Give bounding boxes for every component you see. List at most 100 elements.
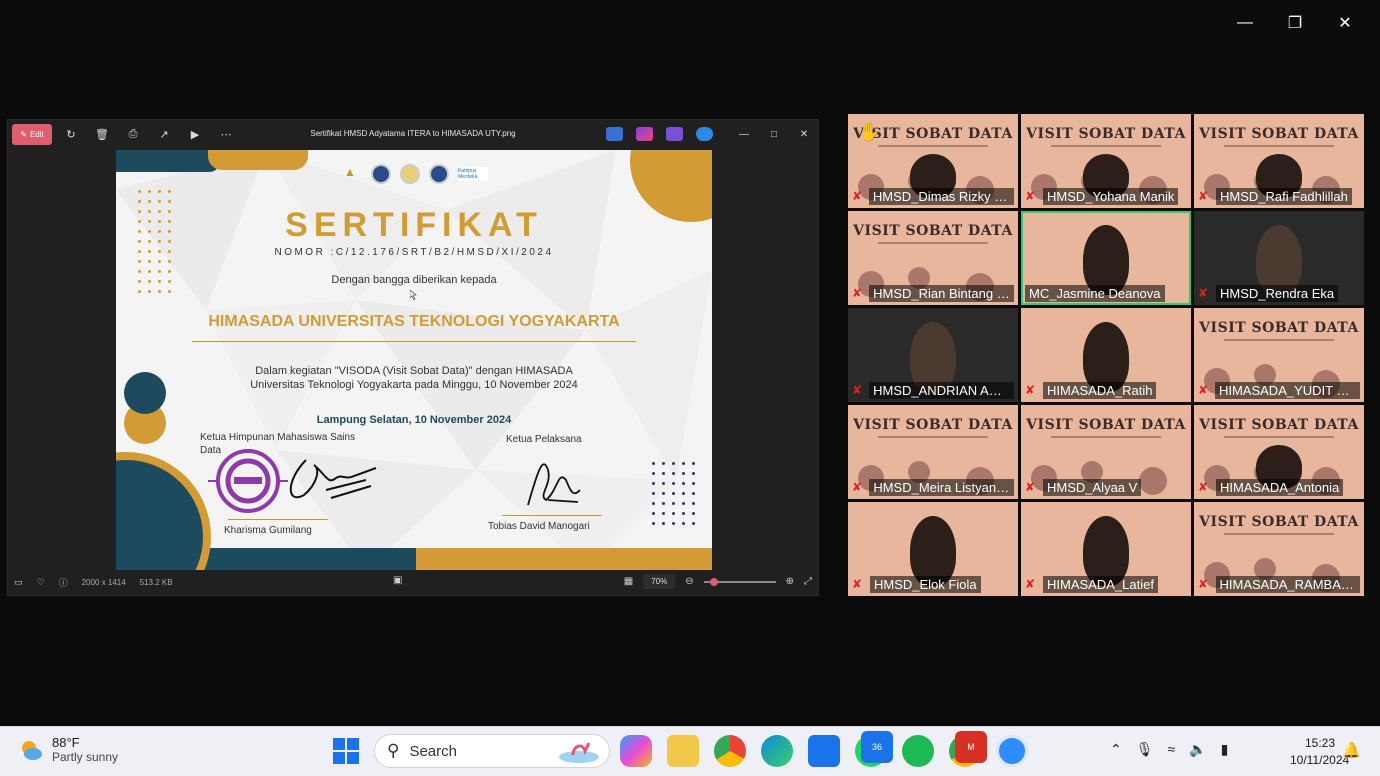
weather-widget[interactable]: 88°F Partly sunny — [18, 735, 118, 764]
windows-logo-icon — [347, 738, 359, 750]
participant-tile[interactable]: ✘ HMSD_Elok Fiola — [848, 502, 1018, 596]
app-shortcuts — [606, 127, 713, 141]
clipchamp-icon[interactable] — [636, 127, 653, 141]
decor-bar — [186, 548, 416, 570]
whatsapp-icon[interactable]: 36 — [855, 731, 893, 767]
raise-hand-icon: ✋ — [858, 122, 881, 142]
organization-logo — [429, 164, 449, 184]
participant-label: ✘ HIMASADA_RAMBAN... — [1198, 575, 1360, 593]
participant-tile[interactable]: VISIT SOBAT DATA ✘ HMSD_Rafi Fadhlillah — [1194, 114, 1364, 208]
taskbar-search[interactable]: ⚲ Search — [374, 734, 610, 768]
info-icon[interactable]: ⓘ — [59, 576, 68, 589]
search-icon: ⚲ — [387, 741, 400, 760]
edit-button[interactable]: ✎ Edit — [12, 124, 52, 145]
participant-tile[interactable]: VISIT SOBAT DATA ✘ HMSD_Yohana Manik — [1021, 114, 1191, 208]
participant-tile[interactable]: VISIT SOBAT DATA ✋ ✘ HMSD_Dimas Rizky Ra... — [848, 114, 1018, 208]
delete-icon[interactable]: 🗑 — [93, 126, 111, 142]
muted-mic-icon: ✘ — [852, 383, 863, 397]
favorite-icon[interactable]: ♡ — [37, 577, 45, 588]
zoom-slider[interactable] — [703, 577, 776, 586]
maximize-icon[interactable]: □ — [764, 126, 784, 142]
participant-tile[interactable]: VISIT SOBAT DATA ✘ HMSD_Alyaa V — [1021, 405, 1191, 499]
file-explorer-icon[interactable] — [667, 735, 699, 767]
participant-label: MC_Jasmine Deanova — [1025, 284, 1187, 302]
teams-icon[interactable] — [666, 127, 683, 141]
partly-sunny-icon — [22, 740, 42, 760]
itera-logo: ▲ — [344, 165, 356, 179]
virtual-background-banner: VISIT SOBAT DATA — [1199, 417, 1359, 433]
participant-tile[interactable]: MC_Jasmine Deanova — [1021, 211, 1191, 305]
windows-logo-icon — [333, 738, 345, 750]
battery-icon[interactable]: ▮ — [1221, 741, 1229, 758]
copilot-icon[interactable] — [620, 735, 652, 767]
microphone-icon[interactable]: 🎙 — [1136, 741, 1154, 758]
participant-tile[interactable]: ✘ HIMASADA_Ratih — [1021, 308, 1191, 402]
mouse-cursor-icon — [410, 290, 417, 300]
edge-icon[interactable] — [761, 735, 793, 767]
participant-tile[interactable]: VISIT SOBAT DATA ✘ HIMASADA_Antonia — [1194, 405, 1364, 499]
participant-tile[interactable]: VISIT SOBAT DATA ✘ HIMASADA_YUDIT MA... — [1194, 308, 1364, 402]
zoom-slider-knob[interactable] — [709, 577, 718, 586]
start-button[interactable] — [333, 738, 359, 764]
participant-name: HIMASADA_Latief — [1043, 575, 1158, 593]
crop-icon[interactable]: ▣ — [393, 575, 402, 586]
participant-name: HMSD_Rafi Fadhlillah — [1216, 187, 1352, 205]
muted-mic-icon: ✘ — [852, 189, 863, 203]
close-icon[interactable]: ✕ — [794, 126, 814, 142]
participant-name: HIMASADA_RAMBAN... — [1215, 575, 1360, 593]
muted-mic-icon: ✘ — [1198, 480, 1209, 494]
divider — [502, 515, 602, 516]
participant-tile[interactable]: ✘ HIMASADA_Latief — [1021, 502, 1191, 596]
participant-name: HMSD_Yohana Manik — [1043, 187, 1179, 205]
spotify-icon[interactable] — [902, 735, 934, 767]
participant-tile[interactable]: ✘ HMSD_Rendra Eka — [1194, 211, 1364, 305]
zoom-out-icon[interactable]: ⊖ — [685, 576, 693, 587]
banner-subtitle-line — [878, 436, 988, 438]
divider — [192, 341, 636, 342]
notification-bell-icon[interactable]: 🔔 — [1342, 741, 1361, 759]
participant-name: MC_Jasmine Deanova — [1025, 284, 1165, 302]
zoom-dropdown[interactable]: 70% — [643, 574, 676, 589]
zoom-icon[interactable] — [996, 735, 1028, 767]
chrome-profile-icon[interactable]: M — [949, 731, 987, 767]
chrome-icon[interactable] — [714, 735, 746, 767]
virtual-background-banner: VISIT SOBAT DATA — [1026, 126, 1186, 142]
designer-icon[interactable] — [606, 127, 623, 141]
close-icon[interactable]: ✕ — [1320, 8, 1370, 38]
photo-viewer-window: ✎ Edit ↻ 🗑 ⎙ ↗ ▶ ⋯ Sertifikat HMSD Adyat… — [7, 119, 819, 596]
viewer-toolbar: ✎ Edit ↻ 🗑 ⎙ ↗ ▶ ⋯ Sertifikat HMSD Adyat… — [8, 120, 818, 148]
filmstrip-icon[interactable]: ▭ — [14, 577, 23, 588]
store-icon[interactable] — [808, 735, 840, 767]
fullscreen-icon[interactable]: ⤢ — [804, 576, 812, 587]
share-icon[interactable]: ↗ — [155, 126, 173, 142]
fit-icon[interactable]: ▦ — [624, 576, 633, 587]
virtual-background-banner: VISIT SOBAT DATA — [1026, 417, 1186, 433]
windows-logo-icon — [347, 752, 359, 764]
participant-tile[interactable]: VISIT SOBAT DATA ✘ HIMASADA_RAMBAN... — [1194, 502, 1364, 596]
rotate-icon[interactable]: ↻ — [62, 126, 80, 142]
edit-label: Edit — [29, 130, 44, 139]
slideshow-icon[interactable]: ▶ — [186, 126, 204, 142]
volume-icon[interactable]: 🔈 — [1189, 741, 1206, 758]
more-icon[interactable]: ⋯ — [217, 126, 235, 142]
system-clock[interactable]: 15:23 10/11/2024 — [1290, 735, 1349, 769]
chrome-profile-badge: M — [955, 731, 987, 763]
minimize-icon[interactable]: — — [1220, 8, 1270, 38]
participant-tile[interactable]: ✘ HMSD_ANDRIAN AGU... — [848, 308, 1018, 402]
wifi-icon[interactable]: ≈ — [1168, 741, 1176, 758]
participant-label: ✘ HMSD_Rendra Eka — [1198, 284, 1360, 302]
zoom-in-icon[interactable]: ⊕ — [786, 576, 794, 587]
onedrive-icon[interactable] — [696, 127, 713, 141]
system-tray: ⌃ 🎙 ≈ 🔈 ▮ — [1110, 741, 1228, 758]
viewer-actions: ↻ 🗑 ⎙ ↗ ▶ ⋯ — [62, 126, 235, 142]
decor-bar — [116, 150, 221, 172]
participant-tile[interactable]: VISIT SOBAT DATA ✘ HMSD_Meira Listyanin... — [848, 405, 1018, 499]
restore-icon[interactable]: ❐ — [1270, 8, 1320, 38]
viewer-statusbar: ▭ ♡ ⓘ 2000 x 1414 513.2 KB ▣ ▦ 70% ⊖ ⊕ ⤢ — [8, 569, 818, 595]
virtual-background-banner: VISIT SOBAT DATA — [1199, 320, 1359, 336]
chevron-up-icon[interactable]: ⌃ — [1110, 741, 1122, 758]
minimize-icon[interactable]: — — [734, 126, 754, 142]
print-icon[interactable]: ⎙ — [124, 126, 142, 142]
participant-name: HMSD_ANDRIAN AGU... — [869, 381, 1014, 399]
participant-tile[interactable]: VISIT SOBAT DATA ✘ HMSD_Rian Bintang W... — [848, 211, 1018, 305]
